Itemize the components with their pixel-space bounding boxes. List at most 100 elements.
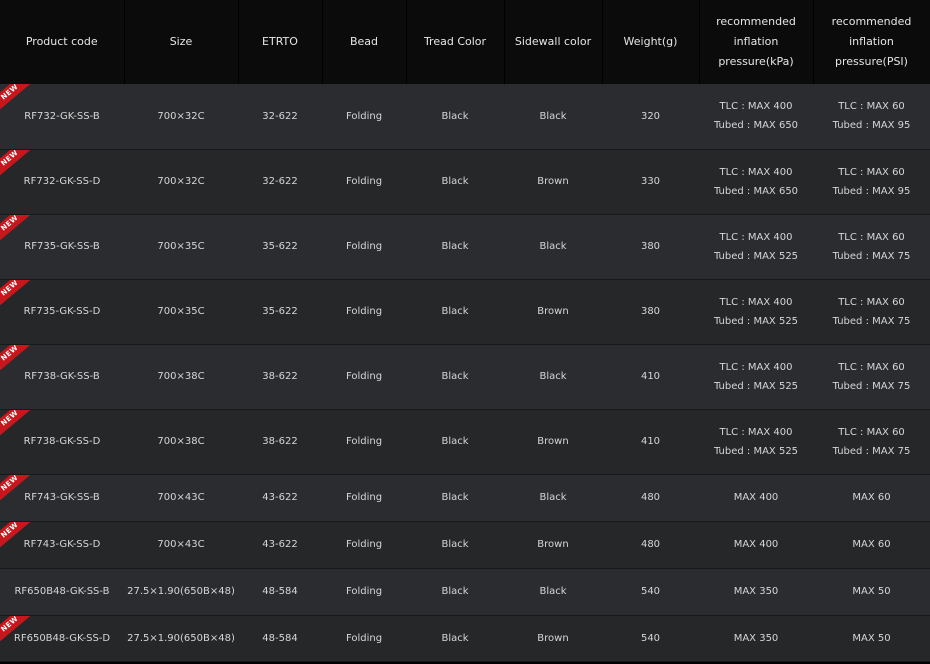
pressure-line: Tubed : MAX 650 <box>713 120 799 132</box>
new-badge: NEW <box>0 409 34 440</box>
etrto-cell: 35-622 <box>238 279 322 345</box>
weight-cell: 410 <box>602 344 699 410</box>
size-cell: 700×43C <box>124 474 238 522</box>
tread-color-cell: Black <box>406 409 504 475</box>
pressure-line: TLC : MAX 400 <box>719 426 793 438</box>
pressure-psi-cell: TLC : MAX 60 Tubed : MAX 75 <box>813 344 930 410</box>
new-badge-label: NEW <box>0 84 32 113</box>
sidewall-color-cell: Black <box>504 84 602 150</box>
pressure-psi-cell: TLC : MAX 60 Tubed : MAX 95 <box>813 149 930 215</box>
pressure-line: TLC : MAX 60 <box>838 166 905 178</box>
new-badge: NEW <box>0 474 34 505</box>
table-row: NEW RF650B48-GK-SS-D 27.5×1.90(650B×48) 48-… <box>0 615 930 662</box>
tread-color-cell: Black <box>406 84 504 150</box>
table-row: NEW RF738-GK-SS-D 700×38C 38-622 Folding Blac… <box>0 409 930 475</box>
etrto-cell: 48-584 <box>238 615 322 662</box>
size-cell: 700×38C <box>124 409 238 475</box>
pressure-line: MAX 400 <box>733 539 779 550</box>
tread-color-cell: Black <box>406 568 504 616</box>
product-code-cell: NEW RF743-GK-SS-D <box>0 521 124 569</box>
new-badge: NEW <box>0 615 34 646</box>
table-row: NEW RF735-GK-SS-B 700×35C 35-622 Folding Blac… <box>0 214 930 280</box>
weight-cell: 320 <box>602 84 699 150</box>
pressure-line: MAX 50 <box>852 632 891 644</box>
pressure-psi-cell: TLC : MAX 60 Tubed : MAX 75 <box>813 409 930 475</box>
product-code-cell: NEW RF650B48-GK-SS-D <box>0 615 124 662</box>
sidewall-color-cell: Black <box>504 474 602 522</box>
tread-color-cell: Black <box>406 344 504 410</box>
size-cell: 700×35C <box>124 214 238 280</box>
size-cell: 700×35C <box>124 279 238 345</box>
product-code-cell: NEW RF735-GK-SS-B <box>0 214 124 280</box>
pressure-line: TLC : MAX 60 <box>838 296 905 308</box>
pressure-line: MAX 400 <box>733 492 779 503</box>
header-sidewall-color: Sidewall color <box>504 0 603 84</box>
bead-cell: Folding <box>322 344 406 410</box>
size-cell: 700×38C <box>124 344 238 410</box>
weight-cell: 410 <box>602 409 699 475</box>
pressure-psi-cell: TLC : MAX 60 Tubed : MAX 75 <box>813 279 930 345</box>
table-row: NEW RF732-GK-SS-D 700×32C 32-622 Folding Blac… <box>0 149 930 215</box>
etrto-cell: 32-622 <box>238 84 322 150</box>
table-row: RF650B48-GK-SS-B 27.5×1.90(650B×48) 48-584… <box>0 568 930 616</box>
product-code-cell: NEW RF738-GK-SS-B <box>0 344 124 410</box>
tire-spec-table: Product code Size ETRTO Bead Tread Color… <box>0 0 930 662</box>
product-code-text: RF735-GK-SS-D <box>23 306 101 317</box>
pressure-line: MAX 60 <box>852 492 891 503</box>
pressure-line: TLC : MAX 60 <box>838 361 905 373</box>
pressure-line: TLC : MAX 400 <box>719 231 793 243</box>
table-row: NEW RF732-GK-SS-B 700×32C 32-622 Folding Blac… <box>0 84 930 150</box>
bead-cell: Folding <box>322 149 406 215</box>
new-badge-label: NEW <box>0 344 32 373</box>
product-code-text: RF738-GK-SS-B <box>24 371 100 382</box>
size-cell: 27.5×1.90(650B×48) <box>124 615 238 662</box>
pressure-line: TLC : MAX 60 <box>838 231 905 243</box>
etrto-cell: 38-622 <box>238 344 322 410</box>
pressure-line: Tubed : MAX 95 <box>832 120 911 132</box>
new-badge-label: NEW <box>0 279 32 308</box>
pressure-psi-cell: MAX 60 <box>813 474 930 522</box>
pressure-psi-cell: MAX 50 <box>813 568 930 616</box>
weight-cell: 330 <box>602 149 699 215</box>
pressure-line: MAX 60 <box>852 539 891 550</box>
bead-cell: Folding <box>322 279 406 345</box>
product-code-cell: RF650B48-GK-SS-B <box>0 568 124 616</box>
new-badge-label: NEW <box>0 214 32 243</box>
bead-cell: Folding <box>322 521 406 569</box>
product-code-text: RF650B48-GK-SS-B <box>14 586 110 597</box>
sidewall-color-cell: Black <box>504 568 602 616</box>
bead-cell: Folding <box>322 474 406 522</box>
etrto-cell: 43-622 <box>238 521 322 569</box>
tread-color-cell: Black <box>406 149 504 215</box>
tread-color-cell: Black <box>406 521 504 569</box>
product-code-text: RF732-GK-SS-B <box>24 110 100 122</box>
product-code-text: RF743-GK-SS-B <box>24 492 100 503</box>
pressure-kpa-cell: MAX 400 <box>699 474 813 522</box>
pressure-line: Tubed : MAX 650 <box>713 185 799 197</box>
pressure-line: TLC : MAX 400 <box>719 361 793 373</box>
pressure-psi-cell: TLC : MAX 60 Tubed : MAX 75 <box>813 214 930 280</box>
header-line: pressure(kPa) <box>718 55 794 68</box>
pressure-kpa-cell: TLC : MAX 400 Tubed : MAX 525 <box>699 409 813 475</box>
pressure-line: Tubed : MAX 75 <box>832 315 911 327</box>
sidewall-color-cell: Brown <box>504 521 602 569</box>
pressure-kpa-cell: TLC : MAX 400 Tubed : MAX 650 <box>699 149 813 215</box>
product-code-cell: NEW RF735-GK-SS-D <box>0 279 124 345</box>
header-product-code: Product code <box>0 0 125 84</box>
size-cell: 700×43C <box>124 521 238 569</box>
table-row: NEW RF743-GK-SS-D 700×43C 43-622 Folding Blac… <box>0 521 930 569</box>
sidewall-color-cell: Black <box>504 344 602 410</box>
pressure-line: TLC : MAX 400 <box>719 101 793 113</box>
product-code-cell: NEW RF732-GK-SS-D <box>0 149 124 215</box>
pressure-line: TLC : MAX 60 <box>838 426 905 438</box>
pressure-kpa-cell: MAX 350 <box>699 615 813 662</box>
product-code-text: RF732-GK-SS-D <box>23 176 101 187</box>
pressure-line: TLC : MAX 400 <box>719 166 793 178</box>
pressure-line: Tubed : MAX 95 <box>832 185 911 197</box>
size-cell: 27.5×1.90(650B×48) <box>124 568 238 616</box>
new-badge-label: NEW <box>0 409 32 438</box>
header-etrto: ETRTO <box>238 0 323 84</box>
bead-cell: Folding <box>322 615 406 662</box>
pressure-line: MAX 350 <box>733 632 779 644</box>
etrto-cell: 32-622 <box>238 149 322 215</box>
